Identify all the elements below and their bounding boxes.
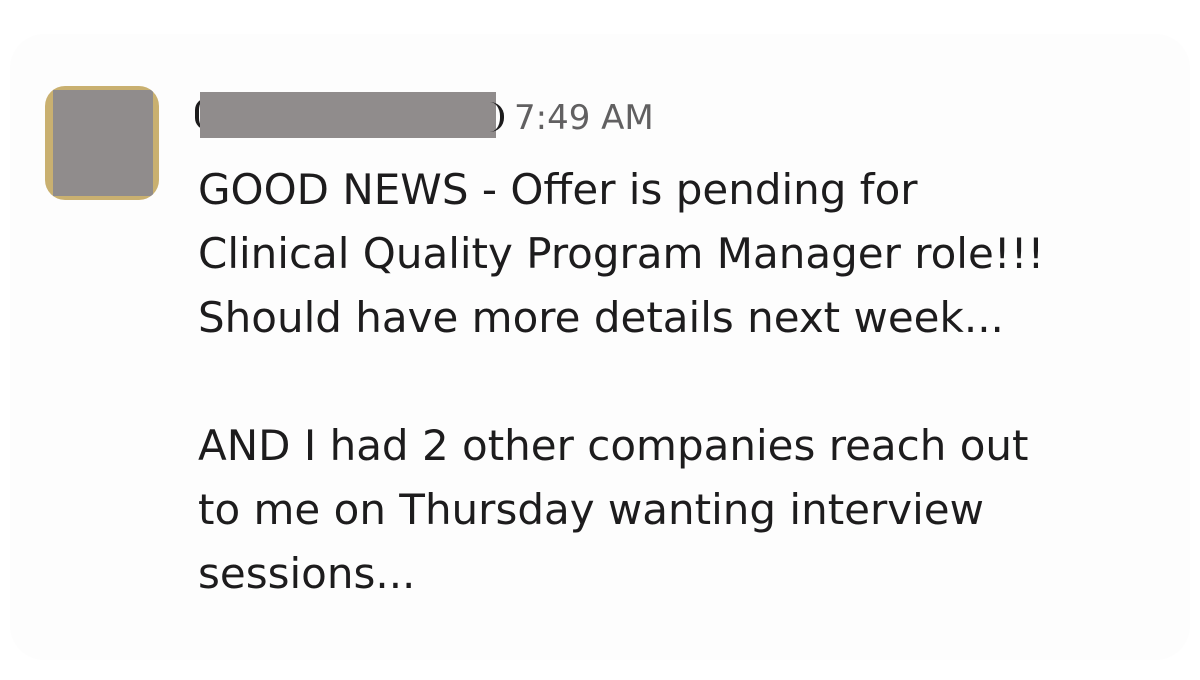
avatar[interactable]	[45, 86, 159, 200]
message-line: Clinical Quality Program Manager role!!!	[198, 229, 1045, 278]
name-edge-right	[490, 102, 504, 132]
message-line: sessions...	[198, 549, 416, 598]
screenshot-frame: 7:49 AM GOOD NEWS - Offer is pending for…	[0, 0, 1200, 680]
message-body: GOOD NEWS - Offer is pending for Clinica…	[198, 158, 1158, 606]
avatar-redaction	[53, 90, 153, 196]
message-line: to me on Thursday wanting interview	[198, 485, 984, 534]
author-name-redacted[interactable]	[200, 92, 496, 138]
message-header: 7:49 AM	[195, 92, 800, 142]
message-line: Should have more details next week...	[198, 293, 1004, 342]
timestamp[interactable]: 7:49 AM	[514, 96, 654, 140]
message-line: GOOD NEWS - Offer is pending for	[198, 165, 918, 214]
message-line: AND I had 2 other companies reach out	[198, 421, 1029, 470]
